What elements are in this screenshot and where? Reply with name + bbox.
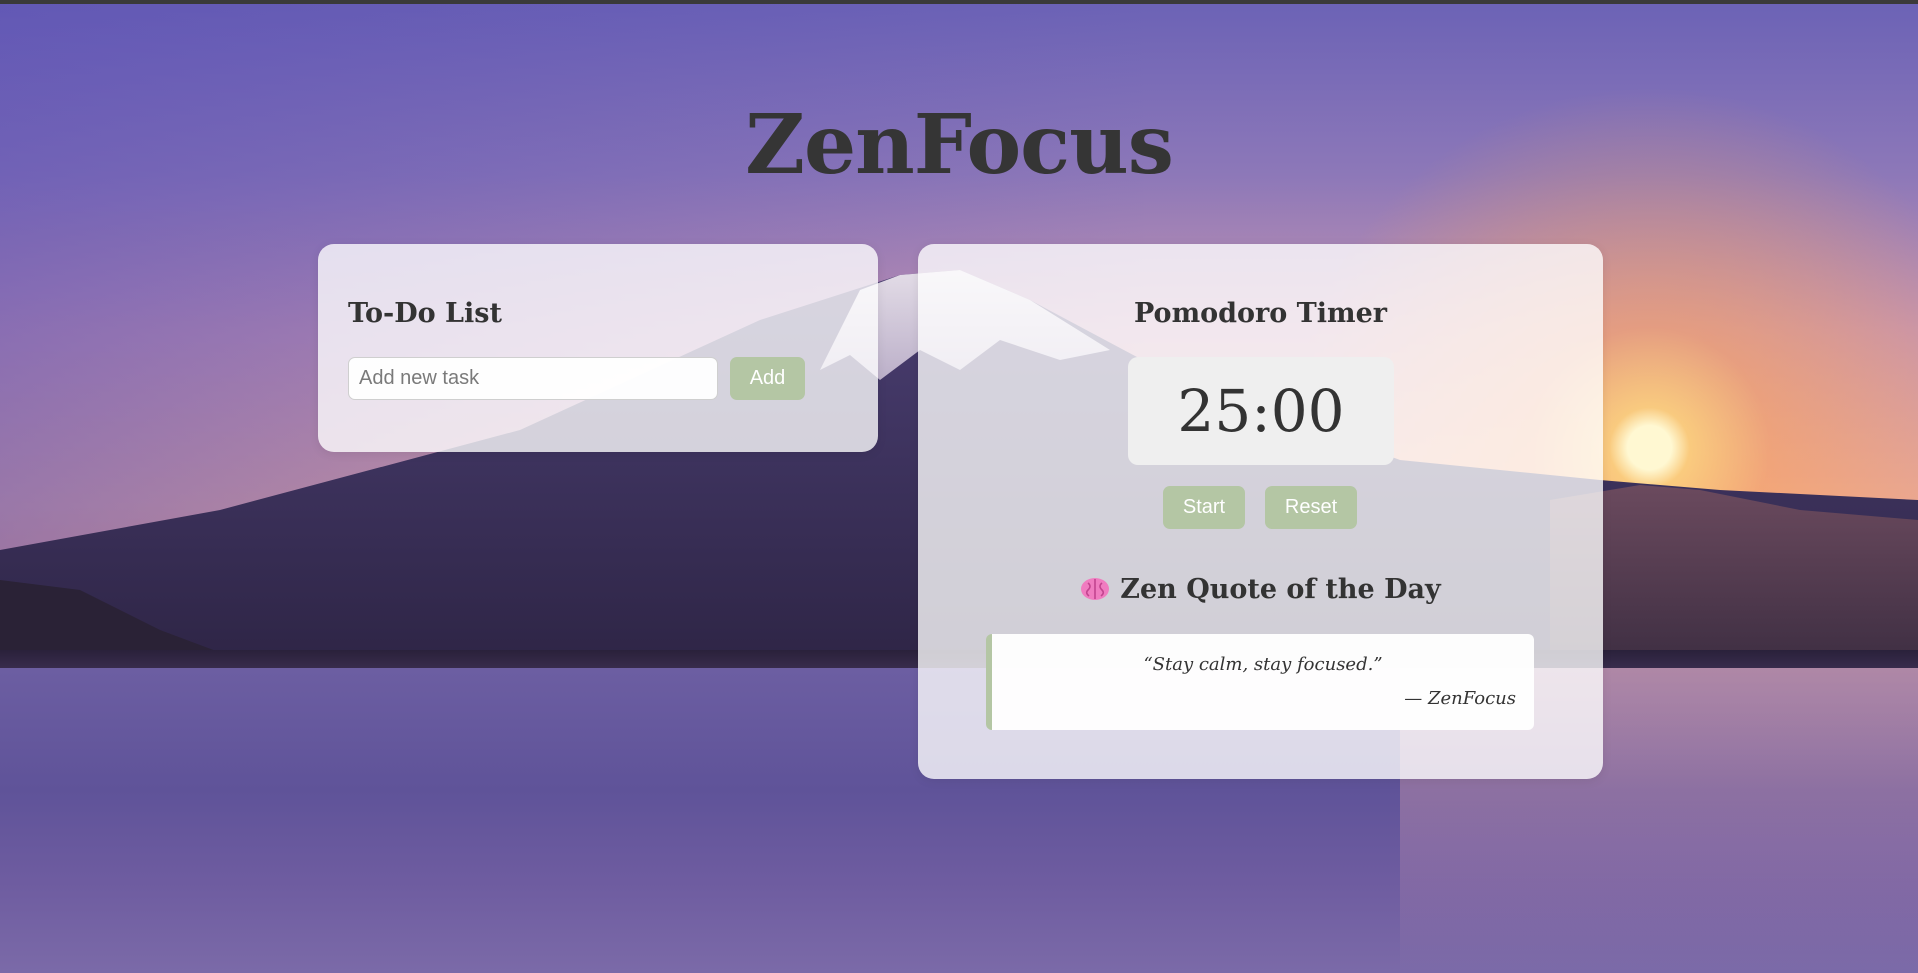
- quote-author: — ZenFocus: [1404, 688, 1516, 709]
- quote-heading-label: Zen Quote of the Day: [1120, 574, 1441, 605]
- timer-display: 25:00: [1128, 357, 1394, 465]
- quote-box: “Stay calm, stay focused.” — ZenFocus: [986, 634, 1534, 730]
- add-task-button[interactable]: Add: [730, 357, 805, 400]
- todo-heading: To-Do List: [348, 298, 502, 329]
- todo-card: To-Do List Add: [318, 244, 878, 452]
- start-button[interactable]: Start: [1163, 486, 1245, 529]
- quote-heading: Zen Quote of the Day: [918, 574, 1603, 605]
- window-top-border: [0, 0, 1918, 4]
- quote-text: “Stay calm, stay focused.”: [1143, 654, 1383, 675]
- app-title: ZenFocus: [745, 97, 1174, 193]
- new-task-input[interactable]: [348, 357, 718, 400]
- timer-card: Pomodoro Timer 25:00 Start Reset Zen Quo…: [918, 244, 1603, 779]
- timer-heading: Pomodoro Timer: [1133, 298, 1387, 329]
- reset-button[interactable]: Reset: [1265, 486, 1357, 529]
- brain-icon: [1081, 578, 1110, 600]
